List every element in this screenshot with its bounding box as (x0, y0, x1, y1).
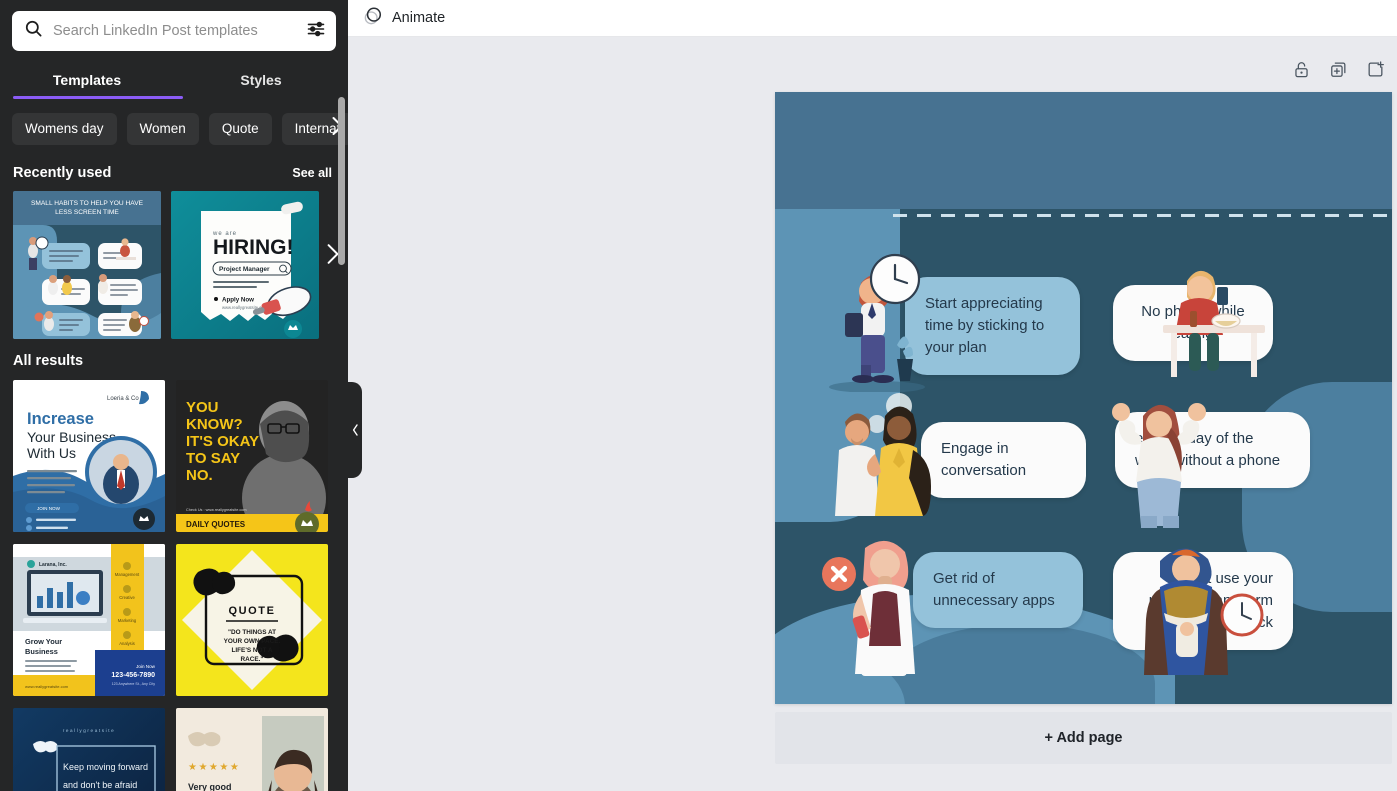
svg-text:Business: Business (25, 647, 58, 656)
figure-woman-flexing (1112, 403, 1206, 528)
design-header-band (775, 92, 1392, 209)
svg-text:JOIN NOW: JOIN NOW (37, 506, 61, 511)
add-page-button[interactable] (1366, 60, 1385, 79)
add-page-bar[interactable]: + Add page (775, 712, 1392, 764)
svg-text:IT'S OKAY: IT'S OKAY (186, 433, 259, 450)
filter-chips: Womens day Women Quote Internat (0, 99, 348, 151)
sidebar-scrollbar[interactable] (338, 97, 345, 265)
template-card-grow-business[interactable]: Management Creative Marketing Analysis L… (13, 544, 165, 696)
search-icon (24, 19, 43, 43)
search-box[interactable] (12, 11, 336, 51)
search-input[interactable] (53, 23, 296, 39)
sidebar-tabs: Templates Styles (0, 63, 348, 99)
svg-text:and don't be afraid: and don't be afraid (63, 780, 137, 790)
template-card-okay-to-say-no[interactable]: YOU KNOW? IT'S OKAY TO SAY NO. Check Us … (176, 380, 328, 532)
svg-text:★★★★★: ★★★★★ (188, 762, 240, 773)
svg-text:Apply Now: Apply Now (222, 297, 254, 304)
svg-text:Keep moving forward: Keep moving forward (63, 762, 148, 772)
all-results-grid: Loeria & Co Increase Your Business With … (0, 369, 348, 791)
svg-text:Join Now: Join Now (136, 664, 156, 669)
page-tools (1292, 60, 1385, 79)
svg-text:www.reallygreatsite.com: www.reallygreatsite.com (25, 684, 69, 689)
svg-text:RACE.": RACE." (241, 656, 264, 663)
figure-man-with-alarm-clock (1144, 548, 1264, 675)
svg-text:Creative: Creative (119, 595, 135, 600)
svg-text:Check Us : www.reallygreatsite: Check Us : www.reallygreatsite.com (186, 508, 247, 512)
animate-label: Animate (392, 10, 446, 26)
design-page[interactable]: SMALL HABITS TO HELP YOU HAVE LESS SCREE… (775, 92, 1392, 704)
add-page-label: + Add page (1044, 730, 1123, 746)
template-card-quote-own-pace[interactable]: QUOTE "DO THINGS AT YOUR OWN PACE. LIFE'… (176, 544, 328, 696)
animate-button[interactable]: Animate (363, 6, 445, 31)
svg-text:YOU: YOU (186, 399, 219, 416)
svg-text:With Us: With Us (27, 445, 76, 461)
template-thumb-hiring[interactable]: we are HIRING! Project Manager Apply Now… (171, 191, 319, 339)
template-card-keep-moving-forward[interactable]: reallygreatsite Keep moving forward and … (13, 708, 165, 791)
svg-text:HIRING!: HIRING! (213, 236, 294, 259)
figure-man-with-clock (829, 253, 925, 392)
svg-text:NO.: NO. (186, 467, 213, 484)
editor-main: Animate Start appreciating time by stick… (348, 0, 1397, 791)
svg-text:Very good: Very good (188, 782, 232, 791)
see-all-link[interactable]: See all (292, 166, 332, 180)
svg-text:Project Manager: Project Manager (219, 266, 270, 273)
all-results-title: All results (13, 353, 84, 369)
dashed-divider (893, 214, 1392, 217)
canvas-area: SMALL HABITS TO HELP YOU HAVE LESS SCREE… (348, 37, 1397, 791)
recently-used-row: SMALL HABITS TO HELP YOU HAVE LESS SCREE… (0, 181, 348, 339)
svg-text:YOUR OWN PACE.: YOUR OWN PACE. (224, 638, 281, 645)
svg-text:SMALL HABITS TO HELP YOU HAVE: SMALL HABITS TO HELP YOU HAVE (31, 200, 144, 207)
svg-text:TO SAY: TO SAY (186, 450, 240, 467)
figure-two-people-talking (835, 393, 931, 516)
chip-women[interactable]: Women (126, 113, 199, 145)
svg-text:Grow Your: Grow Your (25, 637, 62, 646)
recently-used-header: Recently used See all (0, 151, 348, 181)
chip-quote[interactable]: Quote (208, 113, 272, 145)
filter-sliders-icon[interactable] (306, 19, 326, 44)
svg-text:123-456-7890: 123-456-7890 (111, 672, 155, 679)
svg-text:KNOW?: KNOW? (186, 416, 243, 433)
svg-text:Management: Management (115, 572, 140, 577)
svg-text:"DO THINGS AT: "DO THINGS AT (228, 629, 276, 636)
recently-used-title: Recently used (13, 165, 112, 181)
chip-womens-day[interactable]: Womens day (12, 113, 117, 145)
svg-text:reallygreatsite: reallygreatsite (63, 728, 116, 733)
svg-text:Analysis: Analysis (119, 641, 135, 646)
all-results-header: All results (0, 339, 348, 369)
search-section (0, 0, 348, 51)
duplicate-page-button[interactable] (1329, 60, 1348, 79)
svg-text:Increase: Increase (27, 410, 94, 428)
editor-topbar: Animate (348, 0, 1397, 37)
figure-woman-eating (1163, 270, 1265, 377)
template-thumb-small-habits[interactable]: SMALL HABITS TO HELP YOU HAVE LESS SCREE… (13, 191, 161, 339)
template-card-testimonial[interactable]: ★★★★★ Very good product, I really like i… (176, 708, 328, 791)
svg-text:Loeria & Co: Loeria & Co (107, 396, 139, 402)
figure-woman-with-phone (822, 540, 915, 676)
svg-text:Marketing: Marketing (118, 618, 137, 623)
chevron-left-icon (352, 424, 359, 436)
svg-text:LIFE'S NOT A: LIFE'S NOT A (231, 647, 272, 654)
templates-sidebar: Templates Styles Womens day Women Quote … (0, 0, 348, 791)
unlock-page-button[interactable] (1292, 60, 1311, 79)
svg-text:Larana, Inc.: Larana, Inc. (39, 562, 67, 568)
tab-templates[interactable]: Templates (0, 63, 174, 99)
template-card-increase-business[interactable]: Loeria & Co Increase Your Business With … (13, 380, 165, 532)
svg-text:QUOTE: QUOTE (228, 605, 275, 617)
svg-text:LESS SCREEN TIME: LESS SCREEN TIME (55, 209, 119, 216)
animate-circles-icon (363, 6, 383, 31)
tab-styles[interactable]: Styles (174, 63, 348, 99)
svg-text:DAILY QUOTES: DAILY QUOTES (186, 520, 246, 529)
sidebar-collapse-handle[interactable] (348, 382, 362, 478)
svg-text:123 Anywhere St., Any City: 123 Anywhere St., Any City (112, 682, 156, 686)
